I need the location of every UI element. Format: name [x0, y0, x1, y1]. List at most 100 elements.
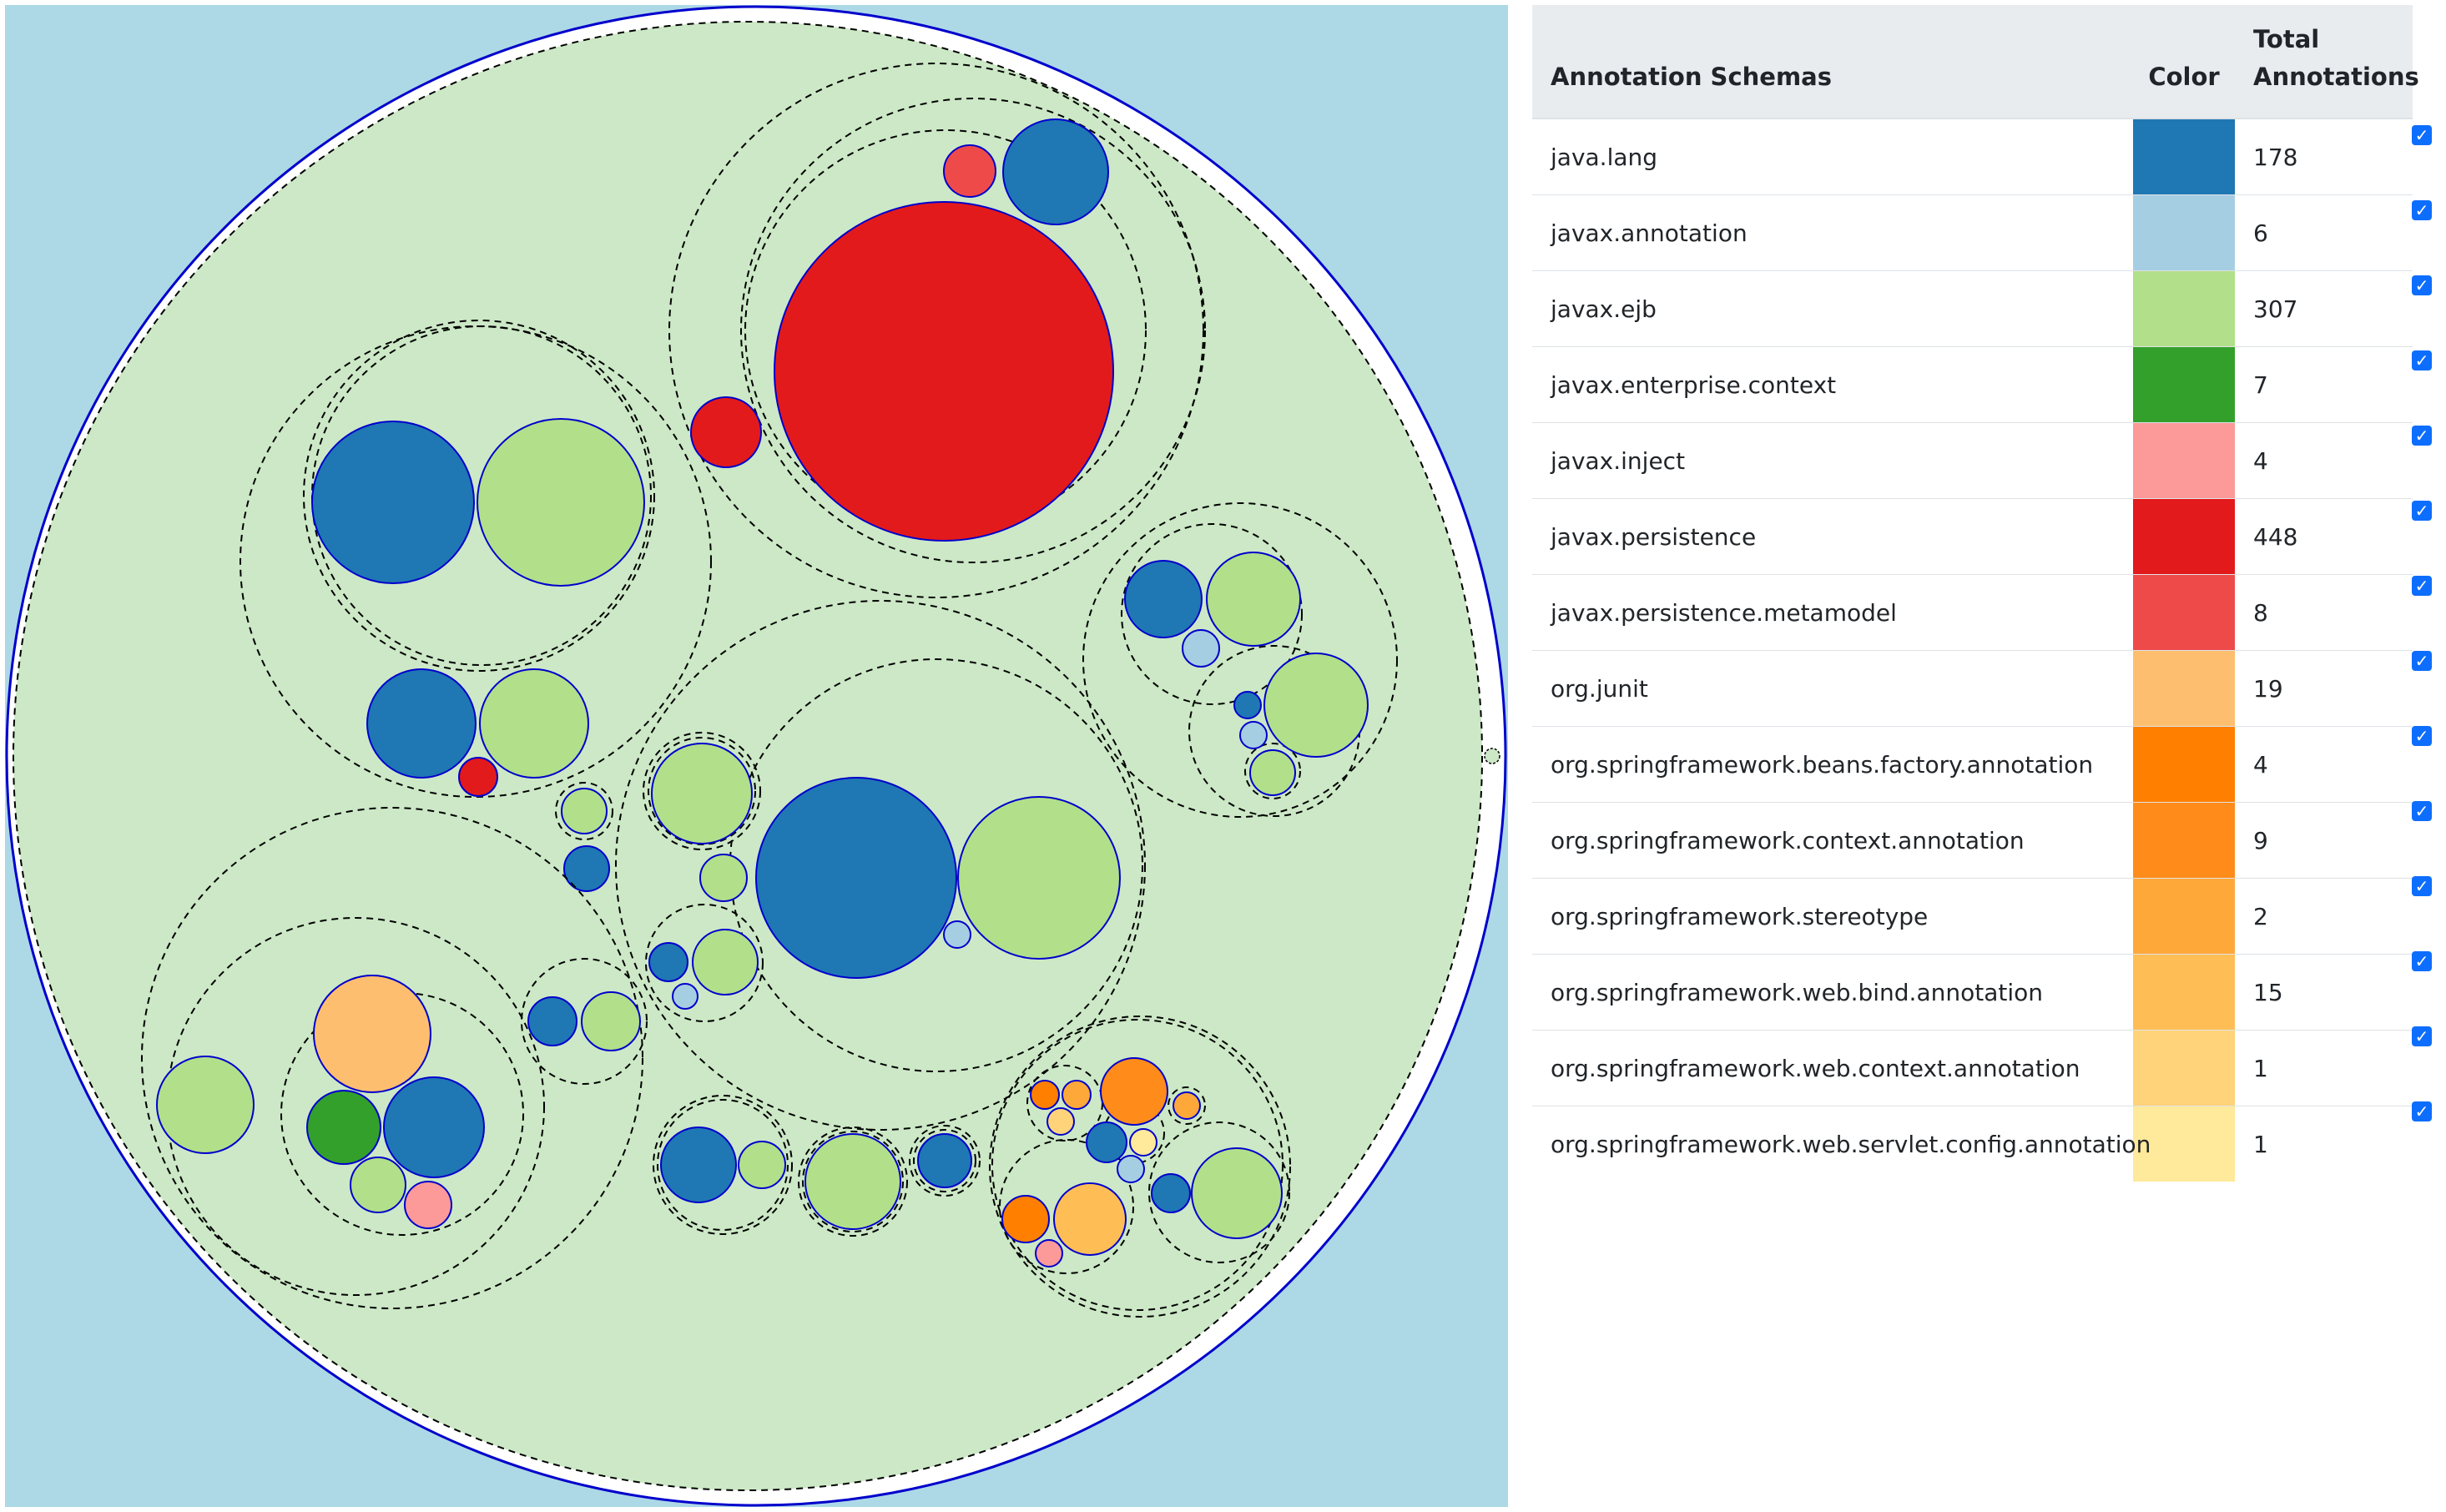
legend-row[interactable]: org.springframework.context.annotation 9: [1532, 802, 2413, 879]
annotation-circle[interactable]: [477, 418, 645, 587]
annotation-circle[interactable]: [1263, 653, 1369, 758]
annotation-circle[interactable]: [1062, 1080, 1092, 1110]
annotation-circle[interactable]: [917, 1133, 972, 1188]
legend-row[interactable]: org.junit 19: [1532, 650, 2413, 727]
schema-color-cell: [2133, 270, 2235, 347]
annotation-circle[interactable]: [306, 1090, 381, 1165]
schema-total: 2: [2235, 878, 2413, 955]
color-swatch: [2133, 803, 2235, 878]
annotation-circle[interactable]: [527, 996, 577, 1046]
schema-name: javax.persistence.metamodel: [1532, 574, 2133, 651]
annotation-circle[interactable]: [648, 942, 688, 982]
legend-row[interactable]: javax.persistence.metamodel 8: [1532, 574, 2413, 651]
legend-row[interactable]: java.lang 178: [1532, 118, 2413, 195]
annotation-circle[interactable]: [1001, 1195, 1050, 1243]
collapsed-node-circle[interactable]: [1484, 748, 1500, 764]
annotation-circle[interactable]: [1002, 118, 1109, 225]
annotation-circle[interactable]: [804, 1133, 901, 1230]
circle-packing-svg: [5, 5, 1507, 1507]
schema-name: org.springframework.stereotype: [1532, 878, 2133, 955]
legend-row[interactable]: org.springframework.beans.factory.annota…: [1532, 726, 2413, 803]
annotation-circle[interactable]: [156, 1056, 255, 1154]
schema-total: 1: [2235, 1106, 2413, 1182]
annotation-circle[interactable]: [651, 743, 753, 844]
schema-name: javax.enterprise.context: [1532, 346, 2133, 423]
schema-toggle-checkbox[interactable]: ✓: [2412, 125, 2432, 145]
schema-toggle-checkbox[interactable]: ✓: [2412, 200, 2432, 220]
annotation-circle[interactable]: [561, 788, 608, 834]
schema-color-cell: [2133, 1030, 2235, 1106]
schema-total: 1: [2235, 1030, 2413, 1106]
circle-packing-visualization[interactable]: [5, 5, 1508, 1507]
legend-row[interactable]: org.springframework.web.servlet.config.a…: [1532, 1106, 2413, 1182]
schema-toggle-checkbox[interactable]: ✓: [2412, 801, 2432, 821]
schema-total: 6: [2235, 194, 2413, 271]
legend-row[interactable]: org.springframework.web.bind.annotation 1…: [1532, 954, 2413, 1031]
schema-toggle-checkbox[interactable]: ✓: [2412, 651, 2432, 671]
annotation-circle[interactable]: [1046, 1107, 1075, 1136]
annotation-circle[interactable]: [738, 1141, 786, 1189]
annotation-circle[interactable]: [692, 929, 759, 995]
annotation-circle[interactable]: [404, 1181, 452, 1229]
legend-body: java.lang 178 javax.annotation 6 javax.ejb 30…: [1532, 118, 2413, 1182]
legend-row[interactable]: javax.persistence 448: [1532, 498, 2413, 575]
annotation-circle[interactable]: [699, 854, 748, 902]
annotation-circle[interactable]: [1035, 1239, 1063, 1268]
schema-color-cell: [2133, 878, 2235, 955]
annotation-circle[interactable]: [774, 201, 1114, 542]
annotation-circle[interactable]: [313, 975, 431, 1093]
annotation-circle[interactable]: [366, 668, 477, 779]
legend-row[interactable]: javax.enterprise.context 7: [1532, 346, 2413, 423]
annotation-circle[interactable]: [1173, 1091, 1201, 1120]
schema-name: javax.ejb: [1532, 270, 2133, 347]
annotation-circle[interactable]: [458, 757, 498, 797]
annotation-circle[interactable]: [943, 920, 971, 949]
schema-toggle-checkbox[interactable]: ✓: [2412, 275, 2432, 295]
schema-toggle-checkbox[interactable]: ✓: [2412, 1101, 2432, 1121]
annotation-circle[interactable]: [1233, 691, 1262, 719]
annotation-circle[interactable]: [1124, 560, 1203, 638]
annotation-circle[interactable]: [1086, 1121, 1127, 1163]
annotation-circle[interactable]: [690, 396, 762, 468]
annotation-circle[interactable]: [1182, 629, 1220, 668]
annotation-circle[interactable]: [1129, 1128, 1157, 1157]
annotation-circle[interactable]: [755, 777, 957, 979]
schema-toggle-checkbox[interactable]: ✓: [2412, 876, 2432, 896]
annotation-circle[interactable]: [1030, 1080, 1060, 1110]
annotation-circle[interactable]: [1053, 1182, 1127, 1256]
schema-color-cell: [2133, 574, 2235, 651]
schema-toggle-checkbox[interactable]: ✓: [2412, 426, 2432, 446]
annotation-circle[interactable]: [350, 1157, 406, 1213]
color-swatch: [2133, 271, 2235, 346]
schema-toggle-checkbox[interactable]: ✓: [2412, 1026, 2432, 1046]
schema-name: javax.persistence: [1532, 498, 2133, 575]
legend-row[interactable]: javax.ejb 307: [1532, 270, 2413, 347]
schema-total: 178: [2253, 143, 2298, 171]
annotation-circle[interactable]: [957, 796, 1121, 960]
annotation-circle[interactable]: [1239, 721, 1268, 749]
annotation-circle[interactable]: [943, 144, 996, 198]
annotation-circle[interactable]: [1191, 1147, 1283, 1239]
annotation-circle[interactable]: [1100, 1057, 1168, 1126]
schema-toggle-checkbox[interactable]: ✓: [2412, 726, 2432, 746]
annotation-circle[interactable]: [672, 983, 698, 1010]
annotation-circle[interactable]: [1117, 1155, 1145, 1183]
annotation-circle[interactable]: [581, 991, 641, 1051]
schema-color-cell: [2133, 650, 2235, 727]
schema-toggle-checkbox[interactable]: ✓: [2412, 350, 2432, 370]
annotation-circle[interactable]: [563, 845, 610, 892]
legend-row[interactable]: javax.inject 4: [1532, 422, 2413, 499]
annotation-circle[interactable]: [1249, 749, 1296, 796]
annotation-circle[interactable]: [1151, 1173, 1191, 1213]
legend-row[interactable]: org.springframework.web.context.annotati…: [1532, 1030, 2413, 1106]
annotation-circle[interactable]: [660, 1126, 737, 1203]
schema-toggle-checkbox[interactable]: ✓: [2412, 501, 2432, 521]
annotation-circle[interactable]: [479, 668, 589, 779]
schema-toggle-checkbox[interactable]: ✓: [2412, 576, 2432, 596]
schema-toggle-checkbox[interactable]: ✓: [2412, 951, 2432, 971]
annotation-circle[interactable]: [1206, 552, 1301, 647]
legend-row[interactable]: org.springframework.stereotype 2: [1532, 878, 2413, 955]
legend-row[interactable]: javax.annotation 6: [1532, 194, 2413, 271]
annotation-circle[interactable]: [383, 1076, 485, 1178]
annotation-circle[interactable]: [311, 421, 475, 584]
